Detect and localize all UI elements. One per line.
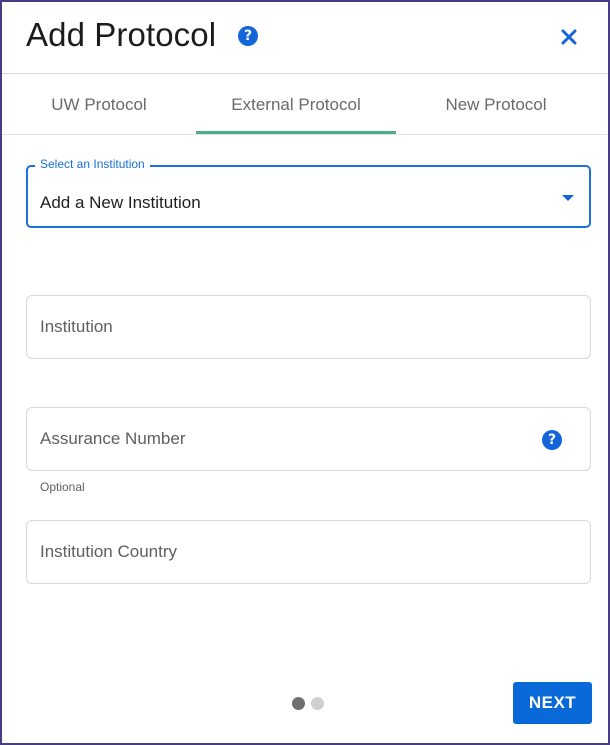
institution-select[interactable]: Select an Institution Add a New Institut… [26, 157, 591, 228]
assurance-number-field: ? [26, 407, 591, 471]
dialog-header: Add Protocol ? [2, 2, 608, 74]
active-tab-indicator [196, 131, 396, 134]
assurance-help-icon[interactable]: ? [542, 430, 562, 450]
institution-select-label: Select an Institution [35, 157, 150, 171]
tab-new-protocol[interactable]: New Protocol [396, 75, 596, 135]
institution-field [26, 295, 591, 359]
help-icon[interactable]: ? [238, 26, 258, 46]
caret-down-icon [562, 195, 574, 201]
close-icon [561, 29, 577, 45]
institution-country-input[interactable] [40, 521, 520, 583]
step-dot-1[interactable] [292, 697, 305, 710]
tab-uw-protocol[interactable]: UW Protocol [2, 75, 196, 135]
tab-external-protocol[interactable]: External Protocol [196, 75, 396, 135]
next-button[interactable]: NEXT [513, 682, 592, 724]
dialog-title: Add Protocol [26, 16, 217, 53]
step-dot-2[interactable] [311, 697, 324, 710]
protocol-tabs: UW Protocol External Protocol New Protoc… [2, 75, 608, 135]
step-indicator [292, 697, 324, 710]
institution-select-value: Add a New Institution [40, 193, 201, 212]
close-button[interactable] [556, 24, 582, 50]
institution-country-field [26, 520, 591, 584]
institution-input[interactable] [40, 296, 520, 358]
add-protocol-dialog: Add Protocol ? UW Protocol External Prot… [0, 0, 610, 745]
assurance-number-input[interactable] [40, 408, 520, 470]
assurance-number-hint: Optional [40, 480, 85, 494]
